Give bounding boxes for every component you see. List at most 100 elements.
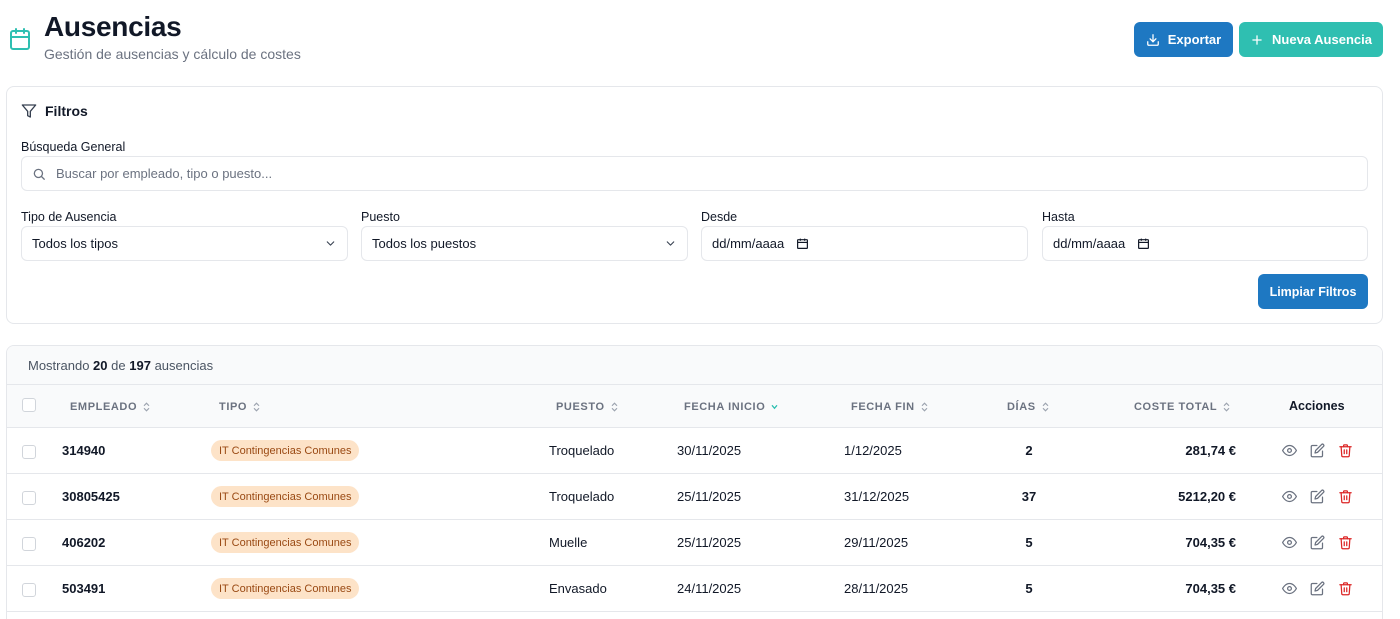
calendar-icon <box>1138 238 1150 249</box>
new-absence-button[interactable]: Nueva Ausencia <box>1239 22 1383 57</box>
sort-desc-icon <box>771 404 778 410</box>
absences-table: Mostrando 20 de 197 ausencias EMPLEADO T… <box>6 345 1383 619</box>
sort-icon <box>1042 402 1049 412</box>
column-label: TIPO <box>219 401 248 413</box>
column-header-coste-total[interactable]: COSTE TOTAL <box>1134 401 1231 413</box>
calendar-icon <box>10 28 30 50</box>
absence-type-badge: IT Contingencias Comunes <box>211 578 360 599</box>
eye-icon[interactable] <box>1282 581 1297 596</box>
filters-header: Filtros <box>21 103 88 119</box>
filters-title: Filtros <box>45 103 88 119</box>
column-header-fecha-fin[interactable]: FECHA FIN <box>851 401 929 413</box>
summary-prefix: Mostrando <box>28 358 90 373</box>
days-cell: 37 <box>1021 489 1037 504</box>
position-cell: Troquelado <box>549 443 615 458</box>
eye-icon[interactable] <box>1282 443 1297 458</box>
sort-icon <box>253 402 260 412</box>
column-header-empleado[interactable]: EMPLEADO <box>70 401 151 413</box>
days-cell: 5 <box>1025 581 1033 596</box>
edit-icon[interactable] <box>1310 581 1325 596</box>
eye-icon[interactable] <box>1282 535 1297 550</box>
column-header-dias[interactable]: DÍAS <box>1007 401 1050 413</box>
type-label: Tipo de Ausencia <box>21 210 117 224</box>
search-label: Búsqueda General <box>21 140 126 154</box>
type-select-value: Todos los tipos <box>32 236 118 251</box>
end-date-cell: 28/11/2025 <box>844 581 909 596</box>
employee-id: 314940 <box>62 443 106 458</box>
chevron-down-icon <box>666 241 675 246</box>
from-label: Desde <box>701 210 738 224</box>
table-header: EMPLEADO TIPO PUESTO FECHA INICIO FECHA … <box>7 385 1382 428</box>
to-label: Hasta <box>1042 210 1075 224</box>
column-label: FECHA FIN <box>851 401 915 413</box>
from-date-input[interactable]: dd/mm/aaaa <box>701 226 1028 261</box>
absence-type-badge: IT Contingencias Comunes <box>211 532 360 553</box>
position-select-value: Todos los puestos <box>372 236 477 251</box>
summary-suffix: ausencias <box>154 358 214 373</box>
column-header-puesto[interactable]: PUESTO <box>556 401 619 413</box>
edit-icon[interactable] <box>1310 443 1325 458</box>
table-row[interactable]: 503491 IT Contingencias Comunes Envasado 24… <box>7 566 1382 612</box>
total-cost-cell: 704,35 € <box>1185 535 1236 550</box>
column-header-fecha-inicio[interactable]: FECHA INICIO <box>684 401 779 413</box>
total-cost-cell: 704,35 € <box>1185 581 1236 596</box>
filters-card: Filtros Búsqueda General Tipo de Ausenci… <box>6 86 1383 324</box>
start-date-cell: 25/11/2025 <box>677 535 742 550</box>
sort-icon <box>611 402 618 412</box>
clear-filters-button[interactable]: Limpiar Filtros <box>1258 274 1368 309</box>
row-checkbox[interactable] <box>22 583 36 597</box>
end-date-cell: 29/11/2025 <box>844 535 909 550</box>
position-cell: Troquelado <box>549 489 615 504</box>
chevron-down-icon <box>326 241 335 246</box>
start-date-cell: 24/11/2025 <box>677 581 742 596</box>
download-icon <box>1146 33 1159 46</box>
column-label: FECHA INICIO <box>684 401 766 413</box>
trash-icon[interactable] <box>1338 535 1353 550</box>
from-date-value: dd/mm/aaaa <box>712 236 785 251</box>
page-subtitle: Gestión de ausencias y cálculo de costes <box>44 46 301 62</box>
page-title: Ausencias <box>44 11 182 42</box>
search-field[interactable] <box>21 156 1368 191</box>
total-cost-cell: 5212,20 € <box>1178 489 1236 504</box>
employee-id: 30805425 <box>62 489 120 504</box>
edit-icon[interactable] <box>1310 535 1325 550</box>
employee-id: 503491 <box>62 581 106 596</box>
calendar-icon <box>797 238 809 249</box>
column-label: DÍAS <box>1007 401 1036 413</box>
sort-icon <box>1223 402 1230 412</box>
absence-type-badge: IT Contingencias Comunes <box>211 440 360 461</box>
page-header: Ausencias Gestión de ausencias y cálculo… <box>0 0 1400 80</box>
position-cell: Muelle <box>549 535 588 550</box>
summary-total: 197 <box>129 358 151 373</box>
to-date-value: dd/mm/aaaa <box>1053 236 1126 251</box>
position-cell: Envasado <box>549 581 607 596</box>
trash-icon[interactable] <box>1338 443 1353 458</box>
search-input[interactable] <box>56 166 1336 181</box>
sort-icon <box>921 402 928 412</box>
column-label: EMPLEADO <box>70 401 138 413</box>
edit-icon[interactable] <box>1310 489 1325 504</box>
search-icon <box>33 168 45 180</box>
employee-id: 406202 <box>62 535 106 550</box>
trash-icon[interactable] <box>1338 581 1353 596</box>
table-row[interactable]: 406202 IT Contingencias Comunes Muelle 25/1… <box>7 520 1382 566</box>
summary-of: de <box>111 358 126 373</box>
trash-icon[interactable] <box>1338 489 1353 504</box>
eye-icon[interactable] <box>1282 489 1297 504</box>
to-date-input[interactable]: dd/mm/aaaa <box>1042 226 1368 261</box>
position-select[interactable]: Todos los puestos <box>361 226 688 261</box>
type-select[interactable]: Todos los tipos <box>21 226 348 261</box>
row-checkbox[interactable] <box>22 445 36 459</box>
row-checkbox[interactable] <box>22 537 36 551</box>
export-label: Exportar <box>1167 32 1222 47</box>
column-label: PUESTO <box>556 401 605 413</box>
select-all-checkbox[interactable] <box>22 398 36 412</box>
table-row[interactable]: 30805425 IT Contingencias Comunes Troquela… <box>7 474 1382 520</box>
end-date-cell: 1/12/2025 <box>844 443 902 458</box>
column-header-tipo[interactable]: TIPO <box>219 401 261 413</box>
export-button[interactable]: Exportar <box>1134 22 1233 57</box>
row-checkbox[interactable] <box>22 491 36 505</box>
table-row[interactable]: 314940 IT Contingencias Comunes Troquelado… <box>7 428 1382 474</box>
days-cell: 2 <box>1025 443 1033 458</box>
total-cost-cell: 281,74 € <box>1185 443 1236 458</box>
